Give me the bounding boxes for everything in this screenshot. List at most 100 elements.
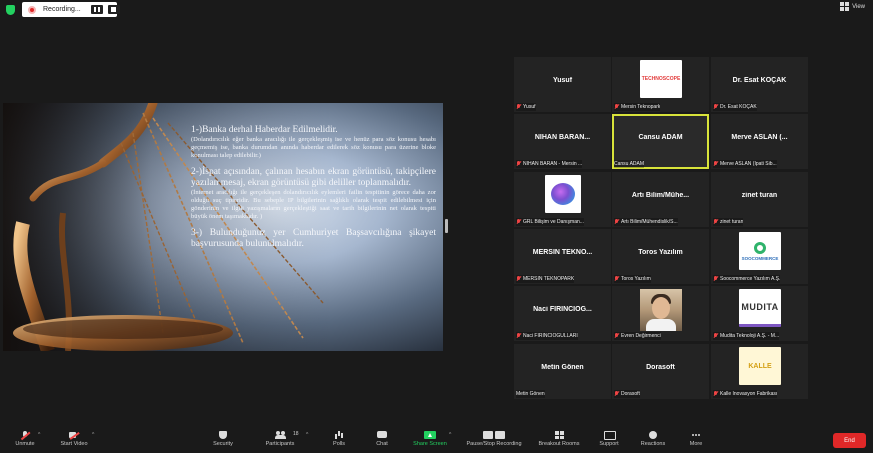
slide-item: 1-)Banka derhal Haberdar Edilmelidir. (D…: [191, 125, 436, 160]
participant-caption: NİHAN BARAN - Mersin ...: [516, 160, 583, 168]
unmute-button[interactable]: Unmute: [0, 430, 50, 453]
participant-tile[interactable]: MUDITA Mudita Teknoloji A.Ş. - M...: [711, 286, 808, 341]
view-button[interactable]: View: [840, 2, 865, 11]
participant-display-name: Dorasoft: [646, 364, 675, 371]
recording-dot-icon: [28, 5, 36, 14]
participant-caption: Naci FIRINCIOĞULLARI: [516, 332, 578, 340]
participant-display-name: Cansu ADAM: [638, 134, 683, 141]
participant-name: Mudita Teknoloji A.Ş. - M...: [720, 333, 780, 339]
muted-mic-icon: [614, 276, 619, 282]
end-meeting-button[interactable]: End: [833, 433, 866, 448]
participant-tile[interactable]: NİHAN BARAN... NİHAN BARAN - Mersin ...: [514, 114, 611, 169]
more-icon: [691, 431, 701, 439]
pause-recording-icon[interactable]: [91, 5, 103, 14]
participant-tile[interactable]: MERSİN TEKNO... MERSİN TEKNOPARK: [514, 229, 611, 284]
muted-mic-icon: [516, 333, 521, 339]
participant-name: Dorasoft: [621, 391, 640, 397]
participant-tile[interactable]: Merve ASLAN (... Merve ASLAN (Ipati Sib.…: [711, 114, 808, 169]
participant-logo: TECHNOSCOPE: [640, 60, 682, 98]
muted-mic-icon: [516, 219, 521, 225]
breakout-rooms-icon: [554, 431, 564, 439]
meeting-controls-toolbar: Unmute ^ Start Video ^ Security 18 Parti…: [0, 428, 873, 453]
participant-logo-text: KALLE: [748, 362, 772, 370]
muted-mic-icon: [614, 219, 619, 225]
participant-tile[interactable]: Yusuf Yusuf: [514, 57, 611, 112]
video-options-chevron-icon[interactable]: ^: [92, 432, 94, 438]
share-options-chevron-icon[interactable]: ^: [449, 432, 451, 438]
participant-tile[interactable]: SOOCOMMERCE Soocommerce Yazılım A.Ş.: [711, 229, 808, 284]
participant-logo-text: MUDITA: [741, 301, 779, 312]
view-label: View: [852, 3, 865, 10]
encryption-shield-icon[interactable]: [6, 5, 15, 15]
share-screen-button[interactable]: Share Screen: [405, 430, 455, 453]
slide-item-detail: (İnternet aracılığı ile gerçekleşen dola…: [191, 189, 436, 220]
participant-tile[interactable]: Metin Gönen Metin Gönen: [514, 344, 611, 399]
muted-mic-icon: [516, 104, 521, 110]
participant-tile[interactable]: zinet turan zinet turan: [711, 172, 808, 227]
participant-caption: Mudita Teknoloji A.Ş. - M...: [713, 332, 780, 340]
participant-display-name: NİHAN BARAN...: [534, 134, 591, 141]
brain-logo-icon: [551, 183, 575, 205]
security-button[interactable]: Security: [198, 430, 248, 453]
pause-stop-recording-button[interactable]: Pause/Stop Recording: [460, 430, 528, 453]
participants-options-chevron-icon[interactable]: ^: [306, 432, 308, 438]
audio-options-chevron-icon[interactable]: ^: [38, 432, 40, 438]
participant-name: GRL Bilişim ve Danışman...: [523, 219, 584, 225]
participant-caption: Merve ASLAN (Ipati Sib...: [713, 160, 777, 168]
participant-caption: Evren Değirmenci: [614, 332, 661, 340]
participant-name: Merve ASLAN (Ipati Sib...: [720, 161, 777, 167]
participant-name: Soocommerce Yazılım A.Ş.: [720, 276, 781, 282]
participant-logo: MUDITA: [739, 289, 781, 327]
participant-name: Evren Değirmenci: [621, 333, 661, 339]
participant-display-name: Artı Bilim/Mühe...: [631, 192, 690, 199]
share-screen-icon: [424, 431, 436, 439]
participant-tile[interactable]: Dr. Esat KOÇAK Dr. Esat KOÇAK: [711, 57, 808, 112]
participants-label: Participants: [265, 441, 295, 447]
stop-recording-icon[interactable]: [108, 5, 120, 14]
participant-tile[interactable]: KALLE Kalle İnovasyon Fabrikası: [711, 344, 808, 399]
participant-caption: Yusuf: [516, 103, 536, 111]
participant-name: Toros Yazılım: [621, 276, 651, 282]
video-off-icon: [69, 431, 79, 439]
split-view-divider[interactable]: [445, 219, 448, 233]
participant-caption: zinet turan: [713, 218, 744, 226]
slide-item-detail: (Dolandırıcılık eğer banka aracılığı ile…: [191, 136, 436, 159]
participant-caption: Soocommerce Yazılım A.Ş.: [713, 275, 781, 283]
participant-tile[interactable]: Toros Yazılım Toros Yazılım: [612, 229, 709, 284]
chat-button[interactable]: Chat: [357, 430, 407, 453]
top-bar: Recording... View: [0, 0, 873, 20]
participant-name: MERSİN TEKNOPARK: [523, 276, 575, 282]
participant-tile[interactable]: GRL Bilişim ve Danışman...: [514, 172, 611, 227]
slide-item: 2-)İspat açısından, çalınan hesabın ekra…: [191, 167, 436, 221]
start-video-label: Start Video: [60, 441, 88, 447]
participant-name: zinet turan: [720, 219, 744, 225]
muted-mic-icon: [713, 104, 718, 110]
participants-icon: [275, 431, 286, 439]
participant-tile[interactable]: Artı Bilim/Mühe... Artı Bilim/Mühendisli…: [612, 172, 709, 227]
participant-logo-text: SOOCOMMERCE: [741, 255, 779, 261]
participant-display-name: Yusuf: [552, 77, 573, 84]
shared-screen: 1-)Banka derhal Haberdar Edilmelidir. (D…: [3, 103, 443, 351]
muted-mic-icon: [614, 333, 619, 339]
slide-item: 3-) Bulunduğunuz yer Cumhuriyet Başsavcı…: [191, 228, 436, 250]
participant-tile[interactable]: TECHNOSCOPE Mersin Teknopark: [612, 57, 709, 112]
muted-mic-icon: [713, 333, 718, 339]
participant-caption: Artı Bilim/Mühendislik/S...: [614, 218, 678, 226]
participant-name: Cansu ADAM: [614, 161, 645, 167]
participants-count: 18: [293, 431, 299, 437]
participants-button[interactable]: 18 Participants: [255, 430, 305, 453]
muted-mic-icon: [516, 161, 521, 167]
participant-display-name: zinet turan: [741, 192, 778, 199]
recording-label: Recording...: [43, 6, 81, 13]
participant-photo: [640, 289, 682, 331]
more-button[interactable]: More: [671, 430, 721, 453]
participant-tile[interactable]: Dorasoft Dorasoft: [612, 344, 709, 399]
participant-tile[interactable]: Evren Değirmenci: [612, 286, 709, 341]
slide-item-heading: 3-) Bulunduğunuz yer Cumhuriyet Başsavcı…: [191, 228, 436, 249]
participant-caption: Mersin Teknopark: [614, 103, 661, 111]
participant-display-name: MERSİN TEKNO...: [532, 249, 593, 256]
participant-tile-active-speaker[interactable]: Cansu ADAM Cansu ADAM: [612, 114, 709, 169]
breakout-rooms-button[interactable]: Breakout Rooms: [532, 430, 586, 453]
participant-tile[interactable]: Naci FIRINCIOĞ... Naci FIRINCIOĞULLARI: [514, 286, 611, 341]
support-button[interactable]: Support: [584, 430, 634, 453]
